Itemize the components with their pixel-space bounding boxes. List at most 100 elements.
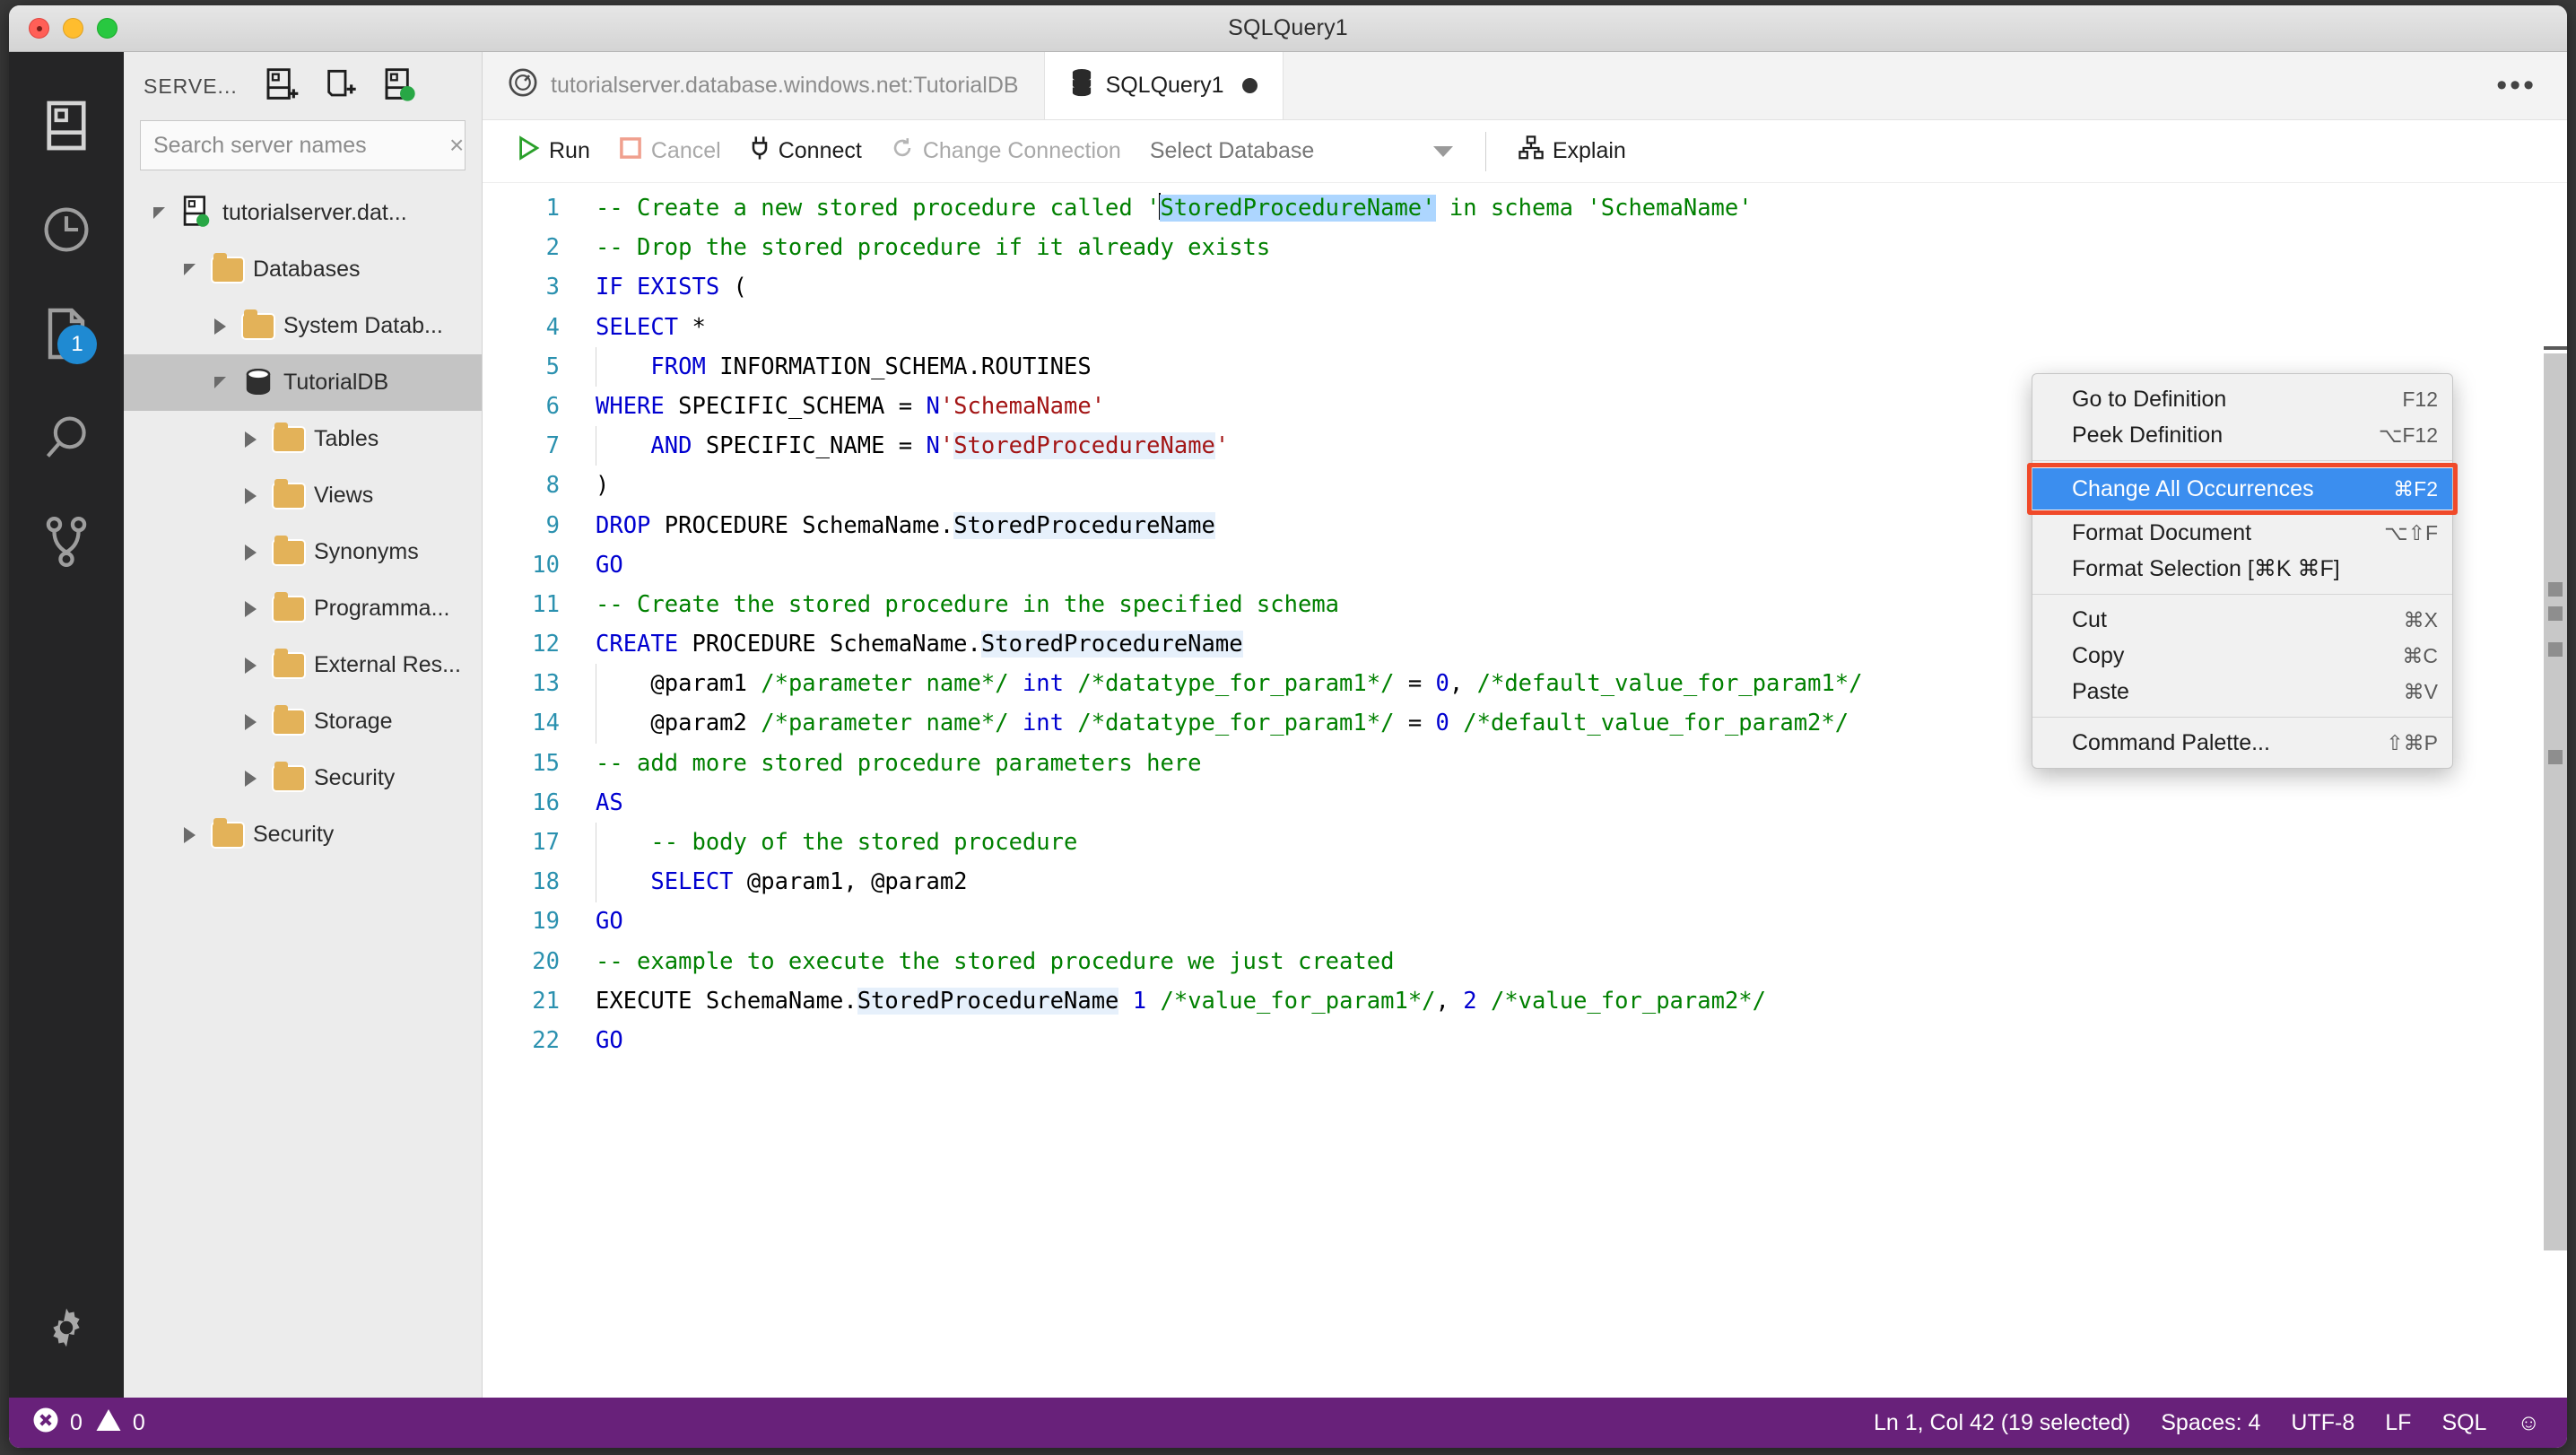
code-line-text[interactable]: GO	[579, 1021, 2567, 1060]
code-line[interactable]: 1 -- Create a new stored procedure called…	[483, 188, 2567, 228]
activity-item-servers[interactable]	[9, 75, 124, 179]
new-connection-icon[interactable]	[263, 67, 300, 105]
encoding[interactable]: UTF-8	[2291, 1410, 2354, 1436]
menu-item[interactable]: Change All Occurrences ⌘F2	[2032, 468, 2452, 510]
menu-item[interactable]: Paste ⌘V	[2032, 674, 2452, 710]
code-line-text[interactable]: IF EXISTS (	[579, 267, 2567, 307]
code-line[interactable]: 20 -- example to execute the stored proce…	[483, 942, 2567, 981]
code-line-text[interactable]: -- example to execute the stored procedu…	[579, 942, 2567, 981]
tree-item[interactable]: Storage	[124, 693, 482, 750]
tree-item[interactable]: tutorialserver.dat...	[124, 185, 482, 241]
activity-item-search[interactable]	[9, 388, 124, 492]
code-line[interactable]: 2 -- Drop the stored procedure if it alre…	[483, 228, 2567, 267]
tree-item[interactable]: System Datab...	[124, 298, 482, 354]
warning-count[interactable]: 0	[95, 1407, 145, 1440]
indentation[interactable]: Spaces: 4	[2161, 1410, 2260, 1436]
menu-item[interactable]: Copy ⌘C	[2032, 638, 2452, 674]
tree-item[interactable]: Security	[124, 806, 482, 863]
chevron-right-icon[interactable]	[203, 318, 237, 335]
code-token: 1	[1132, 987, 1147, 1015]
code-line[interactable]: 4 SELECT *	[483, 308, 2567, 347]
line-number: 15	[532, 749, 560, 777]
tree-item[interactable]: Tables	[124, 411, 482, 467]
code-line[interactable]: 22 GO	[483, 1021, 2567, 1060]
code-token: 0	[1435, 670, 1449, 698]
chevron-right-icon[interactable]	[233, 713, 267, 730]
code-line-text[interactable]: -- body of the stored procedure	[579, 823, 2567, 862]
code-line[interactable]: 21 EXECUTE SchemaName.StoredProcedureName…	[483, 981, 2567, 1021]
select-database-dropdown[interactable]: Select Database	[1136, 138, 1467, 164]
active-connections-icon[interactable]	[381, 67, 419, 105]
editor-scrollbar[interactable]	[2544, 183, 2567, 1398]
clear-search-icon[interactable]: ×	[442, 133, 464, 158]
tree-item[interactable]: Synonyms	[124, 524, 482, 580]
tree-item[interactable]: Databases	[124, 241, 482, 298]
chevron-down-icon[interactable]	[172, 264, 206, 275]
cursor-position[interactable]: Ln 1, Col 42 (19 selected)	[1874, 1410, 2130, 1436]
chevron-down-icon[interactable]	[203, 377, 237, 388]
eol-sequence[interactable]: LF	[2385, 1410, 2411, 1436]
code-line-text[interactable]: SELECT *	[579, 308, 2567, 347]
query-toolbar: Run Cancel Connect Change Connection Sel…	[483, 120, 2567, 183]
chevron-down-icon[interactable]	[142, 207, 176, 219]
more-actions-icon[interactable]: •••	[2496, 70, 2537, 101]
chevron-right-icon[interactable]	[233, 431, 267, 448]
code-line-text[interactable]: SELECT @param1, @param2	[579, 862, 2567, 902]
error-count[interactable]: 0	[32, 1407, 83, 1440]
tree-item[interactable]: Programma...	[124, 580, 482, 637]
menu-item[interactable]: Go to Definition F12	[2032, 381, 2452, 417]
menu-item-label: Command Palette...	[2072, 729, 2270, 755]
code-line-text[interactable]: AS	[579, 783, 2567, 823]
activity-item-notebooks[interactable]: 1	[9, 283, 124, 388]
scrollbar-thumb[interactable]	[2544, 353, 2567, 1250]
editor-context-menu[interactable]: Go to Definition F12 Peek Definition ⌥F12 Ch…	[2027, 373, 2458, 769]
run-button[interactable]: Run	[502, 135, 605, 167]
menu-item[interactable]: Format Selection [⌘K ⌘F]	[2032, 551, 2452, 587]
menu-item-shortcut: ⌥⇧F	[2384, 520, 2438, 545]
activity-item-settings[interactable]	[9, 1277, 124, 1381]
code-editor[interactable]: 1 -- Create a new stored procedure called…	[483, 183, 2567, 1398]
code-line[interactable]: 16 AS	[483, 783, 2567, 823]
code-line[interactable]: 19 GO	[483, 902, 2567, 941]
server-search-box[interactable]: ×	[140, 120, 466, 170]
code-line-text[interactable]: -- Create a new stored procedure called …	[579, 188, 2567, 228]
chevron-right-icon[interactable]	[233, 770, 267, 787]
tab-dashboard[interactable]: tutorialserver.database.windows.net:Tuto…	[483, 52, 1045, 119]
activity-item-history[interactable]	[9, 179, 124, 283]
tree-item[interactable]: Views	[124, 467, 482, 524]
cancel-button: Cancel	[605, 136, 735, 166]
code-line-text[interactable]: GO	[579, 902, 2567, 941]
tab-sqlquery1[interactable]: SQLQuery1	[1044, 52, 1284, 119]
code-token: -- body of the stored procedure	[650, 829, 1078, 856]
chevron-right-icon[interactable]	[233, 544, 267, 561]
chevron-right-icon[interactable]	[233, 600, 267, 617]
chevron-right-icon[interactable]	[172, 826, 206, 843]
tree-item[interactable]: Security	[124, 750, 482, 806]
search-input[interactable]	[153, 132, 442, 159]
code-line[interactable]: 17 -- body of the stored procedure	[483, 823, 2567, 862]
tree-item[interactable]: TutorialDB	[124, 354, 482, 411]
menu-item[interactable]: Format Document ⌥⇧F	[2032, 515, 2452, 551]
unsaved-indicator-icon[interactable]	[1241, 78, 1258, 93]
code-line[interactable]: 18 SELECT @param1, @param2	[483, 862, 2567, 902]
tree-item-label: Security	[253, 822, 335, 847]
line-number: 14	[532, 710, 560, 737]
menu-item[interactable]: Command Palette... ⇧⌘P	[2032, 725, 2452, 761]
feedback-smiley-icon[interactable]: ☺	[2517, 1410, 2540, 1436]
tree-item[interactable]: External Res...	[124, 637, 482, 693]
activity-item-source-control[interactable]	[9, 492, 124, 596]
chevron-right-icon[interactable]	[233, 657, 267, 674]
code-line-text[interactable]: -- Drop the stored procedure if it alrea…	[579, 228, 2567, 267]
new-server-group-icon[interactable]	[322, 67, 360, 105]
connect-button[interactable]: Connect	[735, 135, 876, 167]
menu-item[interactable]: Cut ⌘X	[2032, 602, 2452, 638]
cancel-label: Cancel	[650, 138, 721, 163]
menu-item[interactable]: Peek Definition ⌥F12	[2032, 417, 2452, 453]
explain-button[interactable]: Explain	[1504, 135, 1640, 167]
code-line[interactable]: 3 IF EXISTS (	[483, 267, 2567, 307]
code-line-text[interactable]: EXECUTE SchemaName.StoredProcedureName 1…	[579, 981, 2567, 1021]
chevron-right-icon[interactable]	[233, 487, 267, 504]
language-mode[interactable]: SQL	[2441, 1410, 2486, 1436]
line-number: 2	[545, 234, 560, 262]
